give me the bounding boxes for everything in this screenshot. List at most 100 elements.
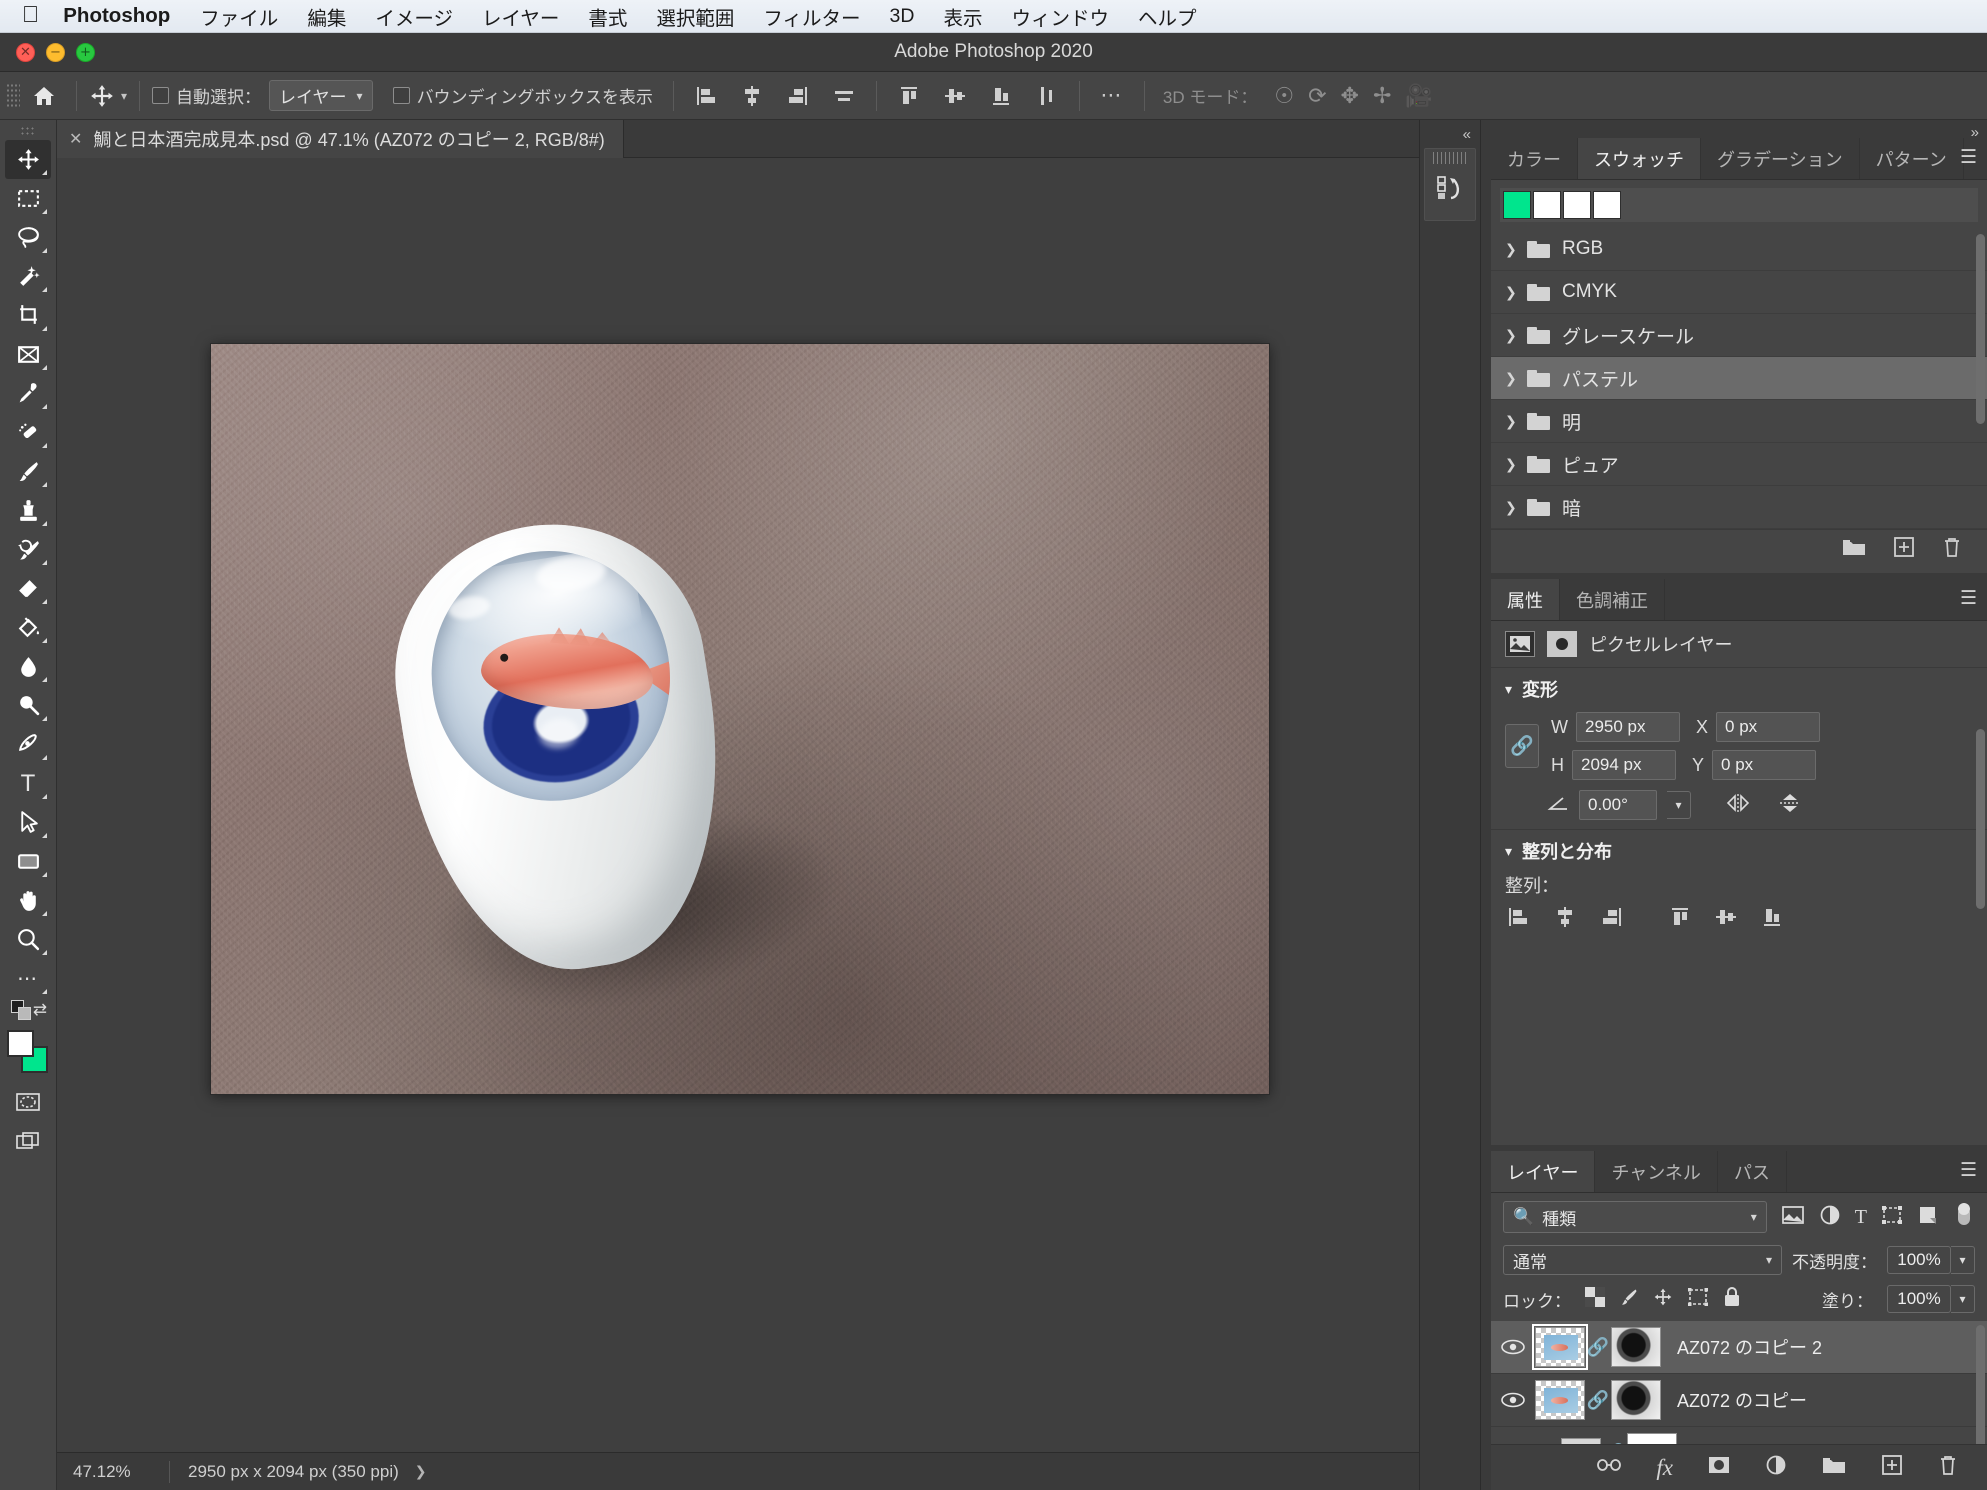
rectangle-tool[interactable] (5, 842, 51, 881)
lock-all-icon[interactable] (1723, 1286, 1741, 1313)
eye-icon[interactable] (1491, 1392, 1535, 1408)
maximize-window-button[interactable]: + (76, 42, 95, 62)
new-group-icon[interactable] (1841, 537, 1867, 562)
history-actions-mini-panel[interactable] (1424, 148, 1476, 221)
hand-tool[interactable] (5, 881, 51, 920)
layer-mask-thumbnail[interactable] (1611, 1327, 1661, 1367)
type-tool[interactable]: T (5, 764, 51, 803)
history-actions-icon[interactable] (1425, 166, 1475, 210)
align-right-icon[interactable] (778, 79, 818, 113)
pan-3d-icon[interactable]: ✥ (1341, 83, 1359, 109)
chevron-right-icon[interactable]: ❯ (1505, 370, 1517, 387)
swatch-group-grayscale[interactable]: ❯ グレースケール (1491, 314, 1987, 357)
align-center-v-icon[interactable] (1715, 906, 1739, 933)
canvas-area[interactable] (57, 158, 1419, 1452)
align-top-icon[interactable] (1669, 906, 1693, 933)
filter-smart-icon[interactable] (1917, 1204, 1939, 1231)
filter-toggle-icon[interactable] (1953, 1202, 1975, 1233)
panel-menu-icon[interactable]: ☰ (1960, 148, 1977, 167)
menu-item-select[interactable]: 選択範囲 (656, 2, 734, 31)
show-transform-controls-checkbox[interactable] (392, 87, 410, 104)
menu-item-layer[interactable]: レイヤー (482, 2, 559, 31)
crop-tool[interactable] (5, 296, 51, 335)
move-tool[interactable] (5, 140, 51, 179)
chevron-down-icon[interactable]: ▾ (1667, 791, 1691, 819)
swatch-group-pastel[interactable]: ❯ パステル (1491, 357, 1987, 400)
link-aspect-icon[interactable]: 🔗 (1505, 724, 1539, 768)
delete-swatch-icon[interactable] (1941, 536, 1963, 563)
link-icon[interactable]: 🔗 (1585, 1337, 1611, 1358)
new-group-icon[interactable] (1821, 1455, 1847, 1480)
lasso-tool[interactable] (5, 218, 51, 257)
swatch-cell-white-1[interactable] (1533, 191, 1561, 219)
x-input[interactable]: 0 px (1716, 712, 1821, 742)
eyedropper-tool[interactable] (5, 374, 51, 413)
new-swatch-icon[interactable] (1893, 536, 1915, 563)
chevron-down-icon[interactable]: ▾ (1505, 843, 1512, 860)
align-top-icon[interactable] (889, 79, 929, 113)
dodge-tool[interactable] (5, 686, 51, 725)
auto-select-checkbox[interactable] (152, 87, 170, 104)
menu-app-name[interactable]: Photoshop (63, 4, 170, 28)
magic-wand-tool[interactable] (5, 257, 51, 296)
align-bottom-icon[interactable] (1761, 906, 1785, 933)
menu-item-image[interactable]: イメージ (375, 2, 453, 31)
align-section-title[interactable]: ▾ 整列と分布 (1491, 830, 1987, 868)
chevron-down-icon[interactable]: ▾ (1951, 1285, 1975, 1313)
swatch-cell-green[interactable] (1503, 191, 1531, 219)
tab-swatches[interactable]: スウォッチ (1578, 138, 1701, 179)
default-colors-icon-bg[interactable] (18, 1007, 31, 1020)
table-row[interactable]: 🔗 AZ072 のコピー 2 (1491, 1321, 1987, 1374)
panel-grip[interactable] (1433, 152, 1467, 164)
tab-patterns[interactable]: パターン (1860, 138, 1964, 179)
menu-item-3d[interactable]: 3D (890, 5, 915, 28)
delete-layer-icon[interactable] (1937, 1454, 1959, 1481)
layer-style-fx-icon[interactable]: fx (1656, 1455, 1673, 1481)
layer-mask-thumbnail[interactable] (1611, 1380, 1661, 1420)
tab-channels[interactable]: チャンネル (1595, 1151, 1718, 1192)
distribute-v-icon[interactable] (1027, 79, 1067, 113)
pen-tool[interactable] (5, 725, 51, 764)
swatch-group-cmyk[interactable]: ❯ CMYK (1491, 271, 1987, 314)
panel-menu-icon[interactable]: ☰ (1960, 589, 1977, 608)
layer-name[interactable]: AZ072 のコピー (1661, 1387, 1807, 1413)
menu-item-edit[interactable]: 編集 (307, 2, 346, 31)
chevron-down-icon[interactable]: ▾ (121, 89, 127, 103)
tools-panel-grip[interactable] (20, 126, 36, 136)
align-center-v-icon[interactable] (935, 79, 975, 113)
filter-shape-icon[interactable] (1881, 1205, 1903, 1230)
camera-3d-icon[interactable]: 🎥 (1405, 83, 1432, 109)
document-artboard[interactable] (211, 344, 1269, 1094)
add-mask-icon[interactable] (1707, 1455, 1731, 1480)
roll-3d-icon[interactable]: ⟳ (1308, 83, 1326, 109)
collapse-left-icon[interactable]: « (1420, 120, 1480, 143)
swatch-group-light[interactable]: ❯ 明 (1491, 400, 1987, 443)
history-brush-tool[interactable] (5, 530, 51, 569)
y-input[interactable]: 0 px (1712, 750, 1817, 780)
chevron-right-icon[interactable]: ❯ (415, 1463, 427, 1480)
document-tab[interactable]: ✕ 鯛と日本酒完成見本.psd @ 47.1% (AZ072 のコピー 2, R… (57, 120, 624, 158)
menu-item-filter[interactable]: フィルター (763, 2, 860, 31)
align-left-icon[interactable] (1507, 906, 1531, 933)
flip-vertical-icon[interactable] (1777, 791, 1803, 820)
eraser-tool[interactable] (5, 569, 51, 608)
tab-color[interactable]: カラー (1491, 138, 1578, 179)
filter-pixel-icon[interactable] (1781, 1205, 1805, 1230)
link-icon[interactable]: 🔗 (1585, 1390, 1611, 1411)
edit-toolbar-icon[interactable]: ⋯ (5, 959, 51, 998)
screen-mode-icon[interactable] (5, 1121, 51, 1160)
lock-position-icon[interactable] (1653, 1287, 1673, 1312)
chevron-right-icon[interactable]: ❯ (1505, 327, 1517, 344)
menu-item-file[interactable]: ファイル (200, 2, 278, 31)
distribute-h-icon[interactable] (824, 79, 864, 113)
properties-scrollbar[interactable] (1976, 729, 1985, 909)
chevron-right-icon[interactable]: ❯ (1505, 456, 1517, 473)
flip-horizontal-icon[interactable] (1725, 792, 1751, 819)
chevron-down-icon[interactable]: ▾ (1951, 1246, 1975, 1274)
close-icon[interactable]: ✕ (69, 129, 82, 149)
auto-select-scope-dropdown[interactable]: レイヤー ▾ (269, 80, 373, 111)
gradient-tool[interactable] (5, 608, 51, 647)
zoom-tool[interactable] (5, 920, 51, 959)
frame-tool[interactable] (5, 335, 51, 374)
healing-brush-tool[interactable] (5, 413, 51, 452)
